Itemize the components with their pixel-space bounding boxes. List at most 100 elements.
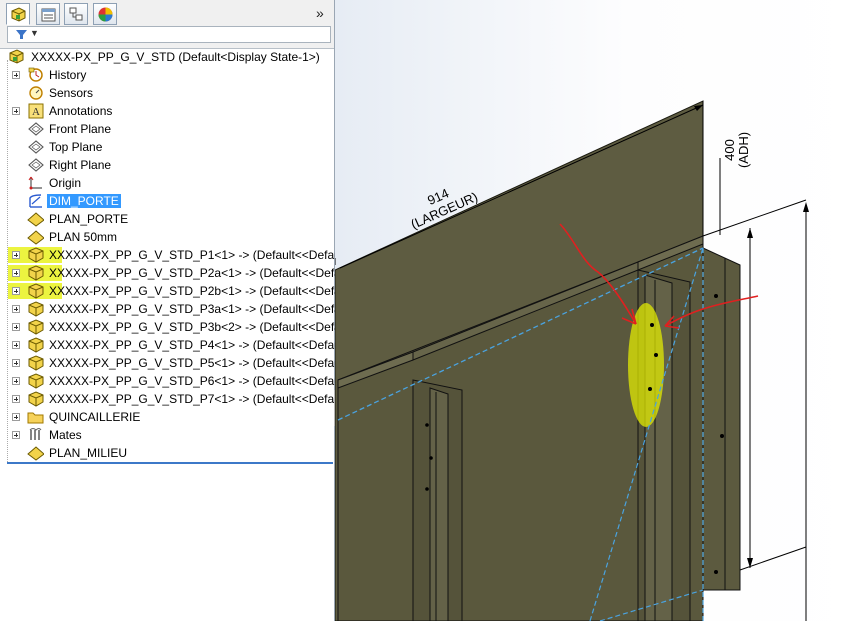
dim-height-arrow-top: [747, 228, 753, 238]
tree-item[interactable]: Mates: [0, 426, 334, 444]
tree-item-label: Top Plane: [49, 140, 103, 154]
expand-toggle[interactable]: [12, 305, 20, 313]
tree-item-label: XXXXX-PX_PP_G_V_STD_P1<1> -> (Default<<D…: [49, 248, 354, 262]
tree-item-label: PLAN_PORTE: [49, 212, 129, 226]
tree-item-label: Front Plane: [49, 122, 112, 136]
expand-toggle[interactable]: [12, 107, 20, 115]
tree-item[interactable]: XXXXX-PX_PP_G_V_STD_P6<1> -> (Default<<D…: [0, 372, 354, 390]
tree-item[interactable]: XXXXX-PX_PP_G_V_STD_P1<1> -> (Default<<D…: [0, 246, 354, 264]
property-manager-icon: [41, 8, 56, 22]
expand-toggle[interactable]: [12, 413, 20, 421]
tree-item[interactable]: DIM_PORTE: [0, 192, 334, 210]
model-view: 914 (LARGEUR) 400 (ADH): [335, 100, 809, 621]
tab-configuration-manager[interactable]: [64, 3, 88, 25]
tree-item-label: XXXXX-PX_PP_G_V_STD_P2a<1> -> (Default<<…: [49, 266, 354, 280]
tree-item[interactable]: History: [0, 66, 334, 84]
tab-display-manager[interactable]: [93, 3, 117, 25]
tree-item[interactable]: XXXXX-PX_PP_G_V_STD_P3b<2> -> (Default<<…: [0, 318, 354, 336]
tree-item[interactable]: XXXXX-PX_PP_G_V_STD_P2a<1> -> (Default<<…: [0, 264, 354, 282]
tab-feature-manager[interactable]: [6, 3, 30, 25]
tree-item[interactable]: PLAN_MILIEU: [0, 444, 334, 462]
tree-item-label: QUINCAILLERIE: [49, 410, 141, 424]
tree-item[interactable]: Right Plane: [0, 156, 334, 174]
tree-item[interactable]: Origin: [0, 174, 334, 192]
tree-item[interactable]: XXXXX-PX_PP_G_V_STD_P3a<1> -> (Default<<…: [0, 300, 354, 318]
tab-property-manager[interactable]: [36, 3, 60, 25]
tree-item[interactable]: XXXXX-PX_PP_G_V_STD_P7<1> -> (Default<<D…: [0, 390, 354, 408]
tree-item[interactable]: Top Plane: [0, 138, 334, 156]
sensor-icon: [29, 86, 43, 100]
expand-toggle[interactable]: [12, 431, 20, 439]
part-icon: [28, 319, 44, 335]
mates-icon: [29, 428, 42, 440]
expand-panel-button[interactable]: »: [316, 5, 324, 21]
right-flange: [702, 247, 741, 591]
configuration-manager-icon: [69, 7, 83, 21]
flange-hole-2: [720, 434, 724, 438]
tree-item[interactable]: XXXXX-PX_PP_G_V_STD_P4<1> -> (Default<<D…: [0, 336, 354, 354]
tree-item-label: PLAN 50mm: [49, 230, 118, 244]
left-hole-1: [425, 423, 429, 427]
tree-filter-input[interactable]: ▼: [7, 26, 331, 43]
expand-toggle[interactable]: [12, 269, 20, 277]
expand-toggle[interactable]: [12, 377, 20, 385]
left-hole-3: [425, 487, 429, 491]
left-stiffener-face: [429, 387, 449, 621]
expand-toggle[interactable]: [12, 359, 20, 367]
svg-text:A: A: [32, 106, 40, 118]
tree-item-label: XXXXX-PX_PP_G_V_STD_P4<1> -> (Default<<D…: [49, 338, 354, 352]
expand-toggle[interactable]: [12, 287, 20, 295]
tree-item[interactable]: Sensors: [0, 84, 334, 102]
dim-height-label: (ADH): [736, 132, 751, 168]
part-icon: [28, 355, 44, 371]
tree-item[interactable]: Front Plane: [0, 120, 334, 138]
plane-icon: [28, 122, 44, 136]
origin-icon: [28, 176, 42, 190]
tree-root[interactable]: XXXXX-PX_PP_G_V_STD (Default<Display Sta…: [0, 48, 334, 66]
ref-plane-icon: [27, 446, 44, 461]
part-icon: [28, 247, 44, 263]
tree-item-label: History: [49, 68, 87, 82]
filter-icon: [16, 30, 27, 39]
part-icon: [28, 283, 44, 299]
flange-hole-1: [714, 294, 718, 298]
highlight-hole-2: [654, 353, 658, 357]
tree-item[interactable]: QUINCAILLERIE: [0, 408, 334, 426]
part-icon: [28, 265, 44, 281]
dim-height-text: 400 (ADH): [722, 132, 751, 168]
tree-item-label: Annotations: [49, 104, 113, 118]
tree-item-label: XXXXX-PX_PP_G_V_STD_P5<1> -> (Default<<D…: [49, 356, 354, 370]
highlight-hole-3: [648, 387, 652, 391]
assembly-icon: [9, 49, 24, 64]
ref-plane-icon: [27, 212, 44, 227]
feature-manager-icon: [11, 7, 26, 22]
part-icon: [28, 301, 44, 317]
part-icon: [28, 337, 44, 353]
dim-height-arrow-bottom: [747, 558, 753, 568]
expand-toggle[interactable]: [12, 251, 20, 259]
flange-hole-3: [714, 570, 718, 574]
tree-item[interactable]: XXXXX-PX_PP_G_V_STD_P2b<1> -> (Default<<…: [0, 282, 354, 300]
tree-bottom-border: [7, 462, 333, 464]
feature-tree: XXXXX-PX_PP_G_V_STD (Default<Display Sta…: [0, 48, 354, 464]
tree-item[interactable]: A Annotations: [0, 102, 334, 120]
annotations-icon: A: [28, 103, 44, 119]
expand-toggle[interactable]: [12, 341, 20, 349]
tree-item-label: XXXXX-PX_PP_G_V_STD_P3a<1> -> (Default<<…: [49, 302, 354, 316]
tree-item[interactable]: XXXXX-PX_PP_G_V_STD_P5<1> -> (Default<<D…: [0, 354, 354, 372]
expand-toggle[interactable]: [12, 395, 20, 403]
expand-toggle[interactable]: [12, 71, 20, 79]
tree-item-label: Origin: [49, 176, 82, 190]
tree-item[interactable]: PLAN_PORTE: [0, 210, 334, 228]
sketch-icon: [29, 194, 42, 208]
expand-toggle[interactable]: [12, 323, 20, 331]
tree-item[interactable]: PLAN 50mm: [0, 228, 334, 246]
display-manager-icon: [98, 7, 113, 22]
dim-height-ext-top: [702, 199, 807, 237]
tree-item-label: XXXXX-PX_PP_G_V_STD_P3b<2> -> (Default<<…: [49, 320, 354, 334]
graphics-viewport[interactable]: 914 (LARGEUR) 400 (ADH): [335, 0, 864, 621]
highlight-marker: [628, 303, 664, 427]
filter-dropdown-icon[interactable]: ▼: [30, 28, 39, 38]
highlight-hole-1: [650, 323, 654, 327]
tree-item-label: Sensors: [49, 86, 94, 100]
